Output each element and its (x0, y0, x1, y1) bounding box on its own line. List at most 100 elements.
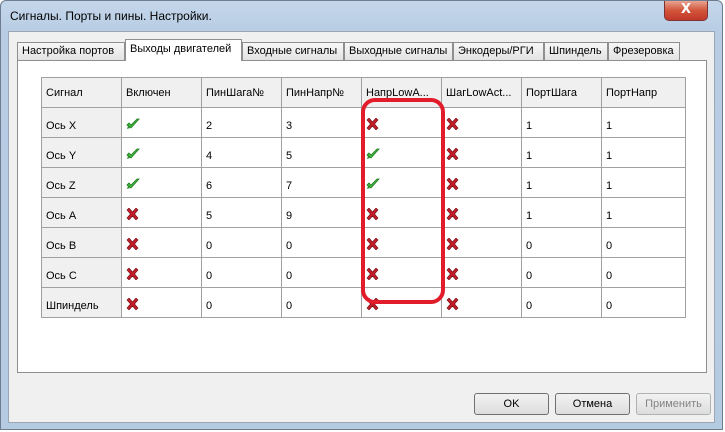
close-button[interactable]: X (664, 1, 708, 21)
cell-dir-port[interactable]: 1 (601, 197, 686, 228)
table-row: Ось Y 45 11 (41, 137, 686, 168)
cell-signal[interactable]: Ось Y (41, 137, 122, 168)
red-x-icon (446, 147, 459, 163)
tab-input-signals[interactable]: Входные сигналы (242, 42, 344, 60)
table-row: Шпиндель 0 0 0 0 (41, 287, 686, 318)
cell-dir-low-active[interactable] (361, 227, 442, 258)
tab-encoders[interactable]: Энкодеры/РГИ (453, 42, 544, 60)
cell-step-port[interactable]: 0 (521, 287, 602, 318)
cell-dir-pin[interactable]: 0 (281, 227, 362, 258)
column-header-step-pin[interactable]: ПинШага№ (201, 77, 282, 108)
cell-signal[interactable]: Ось C (41, 257, 122, 288)
cell-enabled[interactable] (121, 227, 202, 258)
cell-signal[interactable]: Шпиндель (41, 287, 122, 318)
cell-dir-pin[interactable]: 0 (281, 287, 362, 318)
cell-dir-low-active[interactable] (361, 257, 442, 288)
tab-port-setup[interactable]: Настройка портов (17, 42, 125, 60)
column-header-step-low-active[interactable]: ШагLowAct... (441, 77, 522, 108)
cell-dir-pin[interactable]: 5 (281, 137, 362, 168)
cell-step-low-active[interactable] (441, 137, 522, 168)
cell-dir-pin[interactable]: 7 (281, 167, 362, 198)
apply-button[interactable]: Применить (636, 393, 711, 415)
motor-outputs-table: Сигнал Включен ПинШага№ ПинНапр№ НапрLow… (41, 77, 686, 318)
tab-spindle[interactable]: Шпиндель (544, 42, 608, 60)
cell-step-pin[interactable]: 6 (201, 167, 282, 198)
dialog-window: Сигналы. Порты и пины. Настройки. X Наст… (0, 0, 723, 430)
green-check-icon (366, 148, 380, 163)
tab-output-signals[interactable]: Выходные сигналы (344, 42, 453, 60)
cell-dir-port[interactable]: 1 (601, 137, 686, 168)
cell-dir-port[interactable]: 0 (601, 287, 686, 318)
red-x-icon (366, 207, 379, 223)
cell-step-low-active[interactable] (441, 287, 522, 318)
cell-dir-low-active[interactable] (361, 107, 442, 138)
cell-step-pin[interactable]: 0 (201, 287, 282, 318)
red-x-icon (446, 207, 459, 223)
cell-dir-port[interactable]: 0 (601, 227, 686, 258)
red-x-icon (446, 117, 459, 133)
column-header-step-port[interactable]: ПортШага (521, 77, 602, 108)
cell-dir-pin[interactable]: 3 (281, 107, 362, 138)
cell-step-pin[interactable]: 4 (201, 137, 282, 168)
cell-step-low-active[interactable] (441, 257, 522, 288)
close-icon: X (680, 2, 692, 17)
table-row: Ось X 23 11 (41, 107, 686, 138)
green-check-icon (126, 148, 140, 163)
ok-button[interactable]: OK (474, 393, 549, 415)
cell-dir-low-active[interactable] (361, 167, 442, 198)
cell-dir-port[interactable]: 0 (601, 257, 686, 288)
table-row: Ось Z 67 11 (41, 167, 686, 198)
cell-step-pin[interactable]: 5 (201, 197, 282, 228)
tab-milling[interactable]: Фрезеровка (608, 42, 680, 60)
cell-step-port[interactable]: 0 (521, 227, 602, 258)
red-x-icon (126, 267, 139, 283)
red-x-icon (366, 117, 379, 133)
table-row: Ось B0000 (41, 227, 686, 258)
cell-step-port[interactable]: 1 (521, 137, 602, 168)
cell-dir-low-active[interactable] (361, 197, 442, 228)
cell-step-pin[interactable]: 2 (201, 107, 282, 138)
red-x-icon (126, 297, 139, 313)
cell-dir-low-active[interactable] (361, 137, 442, 168)
cell-step-low-active[interactable] (441, 167, 522, 198)
cell-step-low-active[interactable] (441, 197, 522, 228)
cell-dir-low-active[interactable] (361, 287, 442, 318)
cell-step-low-active[interactable] (441, 107, 522, 138)
red-x-icon (126, 237, 139, 253)
column-header-enabled[interactable]: Включен (121, 77, 202, 108)
green-check-icon (366, 178, 380, 193)
dialog-client-area: Настройка портов Выходы двигателей Входн… (8, 31, 715, 423)
cell-dir-pin[interactable]: 9 (281, 197, 362, 228)
cell-enabled[interactable] (121, 287, 202, 318)
cell-step-port[interactable]: 0 (521, 257, 602, 288)
column-header-dir-pin[interactable]: ПинНапр№ (281, 77, 362, 108)
cell-signal[interactable]: Ось A (41, 197, 122, 228)
column-header-signal[interactable]: Сигнал (41, 77, 122, 108)
tab-motor-outputs[interactable]: Выходы двигателей (125, 39, 242, 61)
cell-step-port[interactable]: 1 (521, 197, 602, 228)
cell-dir-port[interactable]: 1 (601, 167, 686, 198)
cell-signal[interactable]: Ось Z (41, 167, 122, 198)
cell-dir-port[interactable]: 1 (601, 107, 686, 138)
cell-step-port[interactable]: 1 (521, 107, 602, 138)
cell-signal[interactable]: Ось B (41, 227, 122, 258)
title-bar[interactable]: Сигналы. Порты и пины. Настройки. X (1, 1, 722, 31)
tab-panel: Сигнал Включен ПинШага№ ПинНапр№ НапрLow… (17, 60, 707, 373)
cell-step-pin[interactable]: 0 (201, 227, 282, 258)
cell-enabled[interactable] (121, 107, 202, 138)
column-header-dir-low-active[interactable]: НапрLowA... (361, 77, 442, 108)
cell-step-low-active[interactable] (441, 227, 522, 258)
cell-enabled[interactable] (121, 167, 202, 198)
table-header-row: Сигнал Включен ПинШага№ ПинНапр№ НапрLow… (41, 77, 686, 108)
cell-dir-pin[interactable]: 0 (281, 257, 362, 288)
green-check-icon (126, 118, 140, 133)
cell-enabled[interactable] (121, 257, 202, 288)
cell-enabled[interactable] (121, 197, 202, 228)
column-header-dir-port[interactable]: ПортНапр (601, 77, 686, 108)
red-x-icon (446, 177, 459, 193)
cell-step-port[interactable]: 1 (521, 167, 602, 198)
cell-signal[interactable]: Ось X (41, 107, 122, 138)
cell-step-pin[interactable]: 0 (201, 257, 282, 288)
cell-enabled[interactable] (121, 137, 202, 168)
cancel-button[interactable]: Отмена (555, 393, 630, 415)
